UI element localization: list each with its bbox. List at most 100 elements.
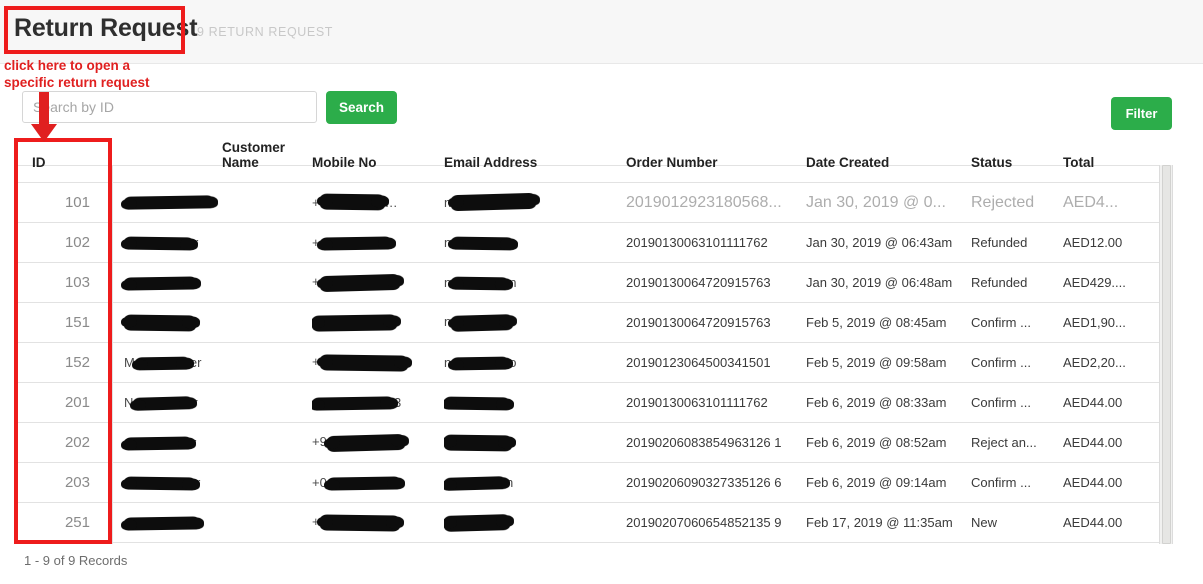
redaction-mark	[451, 236, 515, 251]
cell-total: AED44.00	[1063, 422, 1159, 463]
cell-order-number: 20190206083854963126 1	[626, 422, 806, 463]
cell-email-address	[444, 422, 626, 463]
redaction-mark	[319, 273, 400, 292]
cell-order-number: 20190130064720915763	[626, 302, 806, 343]
annotation-note: click here to open a specific return req…	[4, 58, 150, 90]
cell-date-created: Feb 6, 2019 @ 09:14am	[806, 462, 971, 503]
cell-total: AED12.00	[1063, 222, 1159, 263]
redaction-mark	[123, 236, 195, 251]
table-row[interactable]: 102 r + n 20190130063101111762 Jan 30, 2…	[14, 222, 1159, 263]
cell-date-created: Jan 30, 2019 @ 0...	[806, 182, 971, 223]
cell-total: AED44.00	[1063, 502, 1159, 543]
record-count-label: 9 RETURN REQUEST	[197, 25, 334, 39]
redaction-mark	[123, 276, 198, 291]
record-range-label: 1 - 9 of 9 Records	[24, 553, 128, 568]
cell-id[interactable]: 201	[14, 382, 112, 423]
cell-date-created: Feb 17, 2019 @ 11:35am	[806, 502, 971, 543]
redaction-mark	[123, 436, 193, 451]
cell-date-created: Feb 5, 2019 @ 09:58am	[806, 342, 971, 383]
cell-id[interactable]: 203	[14, 462, 112, 503]
cell-mobile-no	[312, 302, 444, 343]
column-header-id[interactable]: ID	[14, 140, 112, 183]
cell-email-address: n	[444, 182, 626, 223]
cell-status: Confirm ...	[971, 382, 1063, 423]
redaction-mark	[123, 314, 197, 332]
cell-status: Reject an...	[971, 422, 1063, 463]
redaction-mark	[319, 236, 392, 251]
cell-date-created: Feb 5, 2019 @ 08:45am	[806, 302, 971, 343]
cell-email-address: no	[444, 342, 626, 383]
column-header-order-number[interactable]: Order Number	[626, 140, 806, 183]
cell-total: AED44.00	[1063, 382, 1159, 423]
redaction-mark	[134, 356, 190, 371]
column-header-email-address[interactable]: Email Address	[444, 140, 626, 183]
redaction-mark	[312, 314, 398, 332]
cell-mobile-no: +	[312, 262, 444, 303]
redaction-mark	[451, 356, 510, 371]
redaction-mark	[444, 396, 511, 411]
return-request-page: Return Request 9 RETURN REQUEST Search F…	[0, 0, 1203, 584]
cell-mobile-no: +…	[312, 182, 444, 223]
column-header-total[interactable]: Total	[1063, 140, 1159, 183]
redaction-mark	[123, 195, 215, 210]
redaction-mark	[319, 514, 400, 532]
cell-id[interactable]: 251	[14, 502, 112, 543]
cell-order-number: 20190206090327335126 6	[626, 462, 806, 503]
cell-id[interactable]: 102	[14, 222, 112, 263]
cell-customer-name: Nr	[112, 382, 312, 423]
cell-order-number: 2019012923180568...	[626, 182, 806, 223]
cell-mobile-no: 3	[312, 382, 444, 423]
redaction-mark	[123, 516, 201, 531]
cell-id[interactable]: 202	[14, 422, 112, 463]
cell-total: AED429....	[1063, 262, 1159, 303]
cell-order-number: 20190123064500341501	[626, 342, 806, 383]
cell-id[interactable]: 152	[14, 342, 112, 383]
table-row[interactable]: 201 Nr 3 20190130063101111762 Feb 6, 201…	[14, 382, 1159, 423]
cell-order-number: 20190130064720915763	[626, 262, 806, 303]
redaction-mark	[319, 193, 385, 211]
cell-email-address: n	[444, 302, 626, 343]
cell-order-number: 20190207060654852135 9	[626, 502, 806, 543]
column-header-customer-name[interactable]: Customer Name	[112, 140, 312, 183]
redaction-mark	[444, 434, 513, 452]
column-header-date-created[interactable]: Date Created	[806, 140, 971, 183]
cell-total: AED44.00	[1063, 462, 1159, 503]
table-row[interactable]: 103 + nn 20190130064720915763 Jan 30, 20…	[14, 262, 1159, 303]
cell-mobile-no: +	[312, 502, 444, 543]
table-row[interactable]: 151 n 20190130064720915763 Feb 5, 2019 @…	[14, 302, 1159, 343]
table-body: 101 +… n 2019012923180568... Jan 30, 201…	[14, 182, 1159, 543]
redaction-mark	[312, 396, 395, 411]
cell-status: Refunded	[971, 262, 1063, 303]
table-row[interactable]: 101 +… n 2019012923180568... Jan 30, 201…	[14, 182, 1159, 223]
search-button[interactable]: Search	[326, 91, 397, 124]
filter-button[interactable]: Filter	[1111, 97, 1172, 130]
column-header-mobile-no[interactable]: Mobile No	[312, 140, 444, 183]
redaction-mark	[451, 276, 510, 291]
redaction-mark	[133, 396, 194, 411]
cell-order-number: 20190130063101111762	[626, 222, 806, 263]
cell-status: Rejected	[971, 182, 1063, 223]
cell-mobile-no: +	[312, 342, 444, 383]
table-row[interactable]: 203 r +0 n 20190206090327335126 6 Feb 6,…	[14, 462, 1159, 503]
cell-email-address	[444, 382, 626, 423]
table-row[interactable]: 152 Mer + no 20190123064500341501 Feb 5,…	[14, 342, 1159, 383]
cell-total: AED2,20...	[1063, 342, 1159, 383]
cell-id[interactable]: 101	[14, 182, 112, 223]
redaction-mark	[444, 513, 511, 532]
table-vertical-scrollbar[interactable]	[1159, 165, 1173, 544]
table-row[interactable]: 251 + 20190207060654852135 9 Feb 17, 201…	[14, 502, 1159, 543]
column-header-status[interactable]: Status	[971, 140, 1063, 183]
search-input[interactable]	[22, 91, 317, 123]
cell-status: Confirm ...	[971, 342, 1063, 383]
scrollbar-thumb[interactable]	[1162, 165, 1171, 544]
cell-customer-name	[112, 502, 312, 543]
cell-mobile-no: +	[312, 222, 444, 263]
return-request-table: ID Customer Name Mobile No Email Address…	[14, 140, 1174, 543]
cell-total: AED4...	[1063, 182, 1159, 223]
cell-customer-name	[112, 262, 312, 303]
cell-date-created: Jan 30, 2019 @ 06:48am	[806, 262, 971, 303]
cell-id[interactable]: 151	[14, 302, 112, 343]
table-row[interactable]: 202 r +9 20190206083854963126 1 Feb 6, 2…	[14, 422, 1159, 463]
cell-id[interactable]: 103	[14, 262, 112, 303]
redaction-mark	[123, 476, 197, 491]
